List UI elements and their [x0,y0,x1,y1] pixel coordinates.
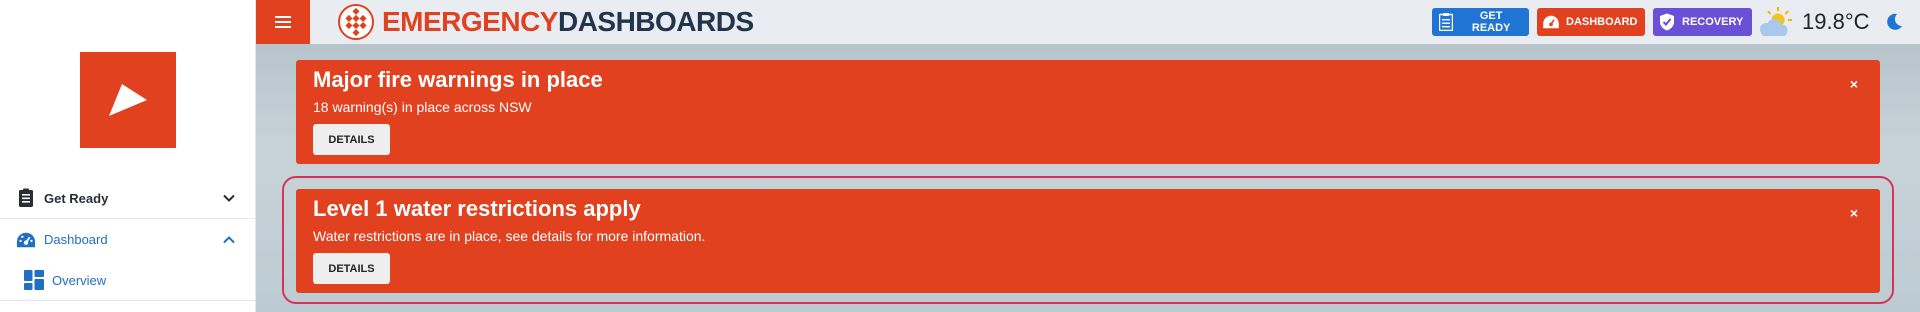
menu-button[interactable] [256,0,310,44]
gauge-icon [16,230,36,250]
alert-water-restrictions: Level 1 water restrictions apply Water r… [296,189,1880,293]
get-ready-button[interactable]: GET READY [1432,8,1529,36]
recovery-label: RECOVERY [1682,16,1744,28]
sidebar-item-dashboard[interactable]: Dashboard [0,219,256,260]
details-button[interactable]: DETAILS [313,253,390,284]
sidebar-item-label: Overview [52,272,107,288]
checkered-emblem-icon [338,4,374,40]
recovery-button[interactable]: RECOVERY [1653,8,1752,36]
play-icon [109,84,147,116]
alert-description: 18 warning(s) in place across NSW [313,99,532,115]
weather-widget: 19.8°C [1756,4,1870,40]
temperature: 19.8°C [1802,9,1870,34]
moon-icon[interactable] [1884,12,1904,32]
play-logo[interactable] [80,52,176,148]
hamburger-icon [275,16,291,28]
dashboard-label: DASHBOARD [1566,16,1638,28]
gauge-icon [1542,13,1560,31]
sidebar-item-overview[interactable]: Overview [0,260,256,301]
alert-title: Major fire warnings in place [313,67,603,92]
partly-cloudy-icon [1760,7,1792,36]
sidebar: Get Ready Dashboard Overview [0,0,256,312]
top-header: EMERGENCYDASHBOARDS GET READY DASHBOARD [256,0,1920,44]
grid-icon [24,270,44,290]
checklist-icon [1437,13,1454,31]
sidebar-item-get-ready[interactable]: Get Ready [0,178,256,219]
alert-fire-warnings: Major fire warnings in place 18 warning(… [296,60,1880,164]
close-icon[interactable]: × [1846,205,1862,221]
dashboard-button[interactable]: DASHBOARD [1537,8,1645,36]
alert-description: Water restrictions are in place, see det… [313,228,706,244]
brand-name-part2: DASHBOARDS [557,6,754,37]
close-icon[interactable]: × [1846,76,1862,92]
brand-name: EMERGENCYDASHBOARDS [382,6,754,38]
sidebar-item-label: Get Ready [44,190,109,206]
shield-check-icon [1658,13,1676,31]
chevron-up-icon[interactable] [222,233,236,247]
get-ready-label: GET READY [1471,10,1511,34]
brand-name-part1: EMERGENCY [382,6,558,37]
clipboard-icon [16,188,36,208]
brand-logo[interactable]: EMERGENCYDASHBOARDS [338,4,754,40]
sidebar-item-label: Dashboard [44,232,108,247]
details-button[interactable]: DETAILS [313,124,390,155]
chevron-down-icon[interactable] [222,191,236,205]
main-content: Major fire warnings in place 18 warning(… [256,44,1920,312]
alert-title: Level 1 water restrictions apply [313,196,641,221]
